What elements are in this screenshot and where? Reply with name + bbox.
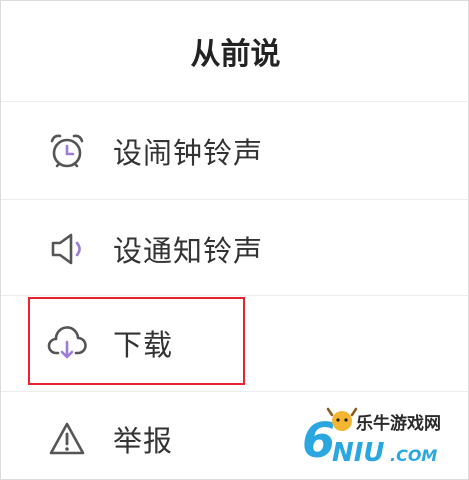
action-sheet: 从前说 设闹钟铃声 设通知铃声 下载 举报 6 NIU .COM 乐牛游戏网 [0, 0, 469, 480]
warning-icon [47, 419, 87, 459]
alarm-clock-icon [47, 131, 87, 171]
divider [1, 199, 469, 200]
speaker-icon [47, 229, 87, 269]
svg-text:.COM: .COM [390, 446, 437, 465]
menu-item-label: 设闹钟铃声 [113, 136, 264, 170]
highlight-box [28, 297, 245, 385]
menu-item-label: 设通知铃声 [113, 234, 264, 268]
svg-text:6: 6 [302, 413, 335, 469]
watermark: 6 NIU .COM 乐牛游戏网 [298, 405, 448, 469]
menu-item-set-alarm-ringtone[interactable]: 设闹钟铃声 [1, 103, 469, 199]
divider [1, 101, 469, 102]
sheet-title: 从前说 [190, 37, 281, 72]
menu-item-label: 举报 [113, 424, 174, 458]
watermark-text: 乐牛游戏网 [356, 414, 441, 434]
menu-item-set-notification-ringtone[interactable]: 设通知铃声 [1, 201, 469, 297]
svg-text:NIU: NIU [332, 438, 385, 468]
